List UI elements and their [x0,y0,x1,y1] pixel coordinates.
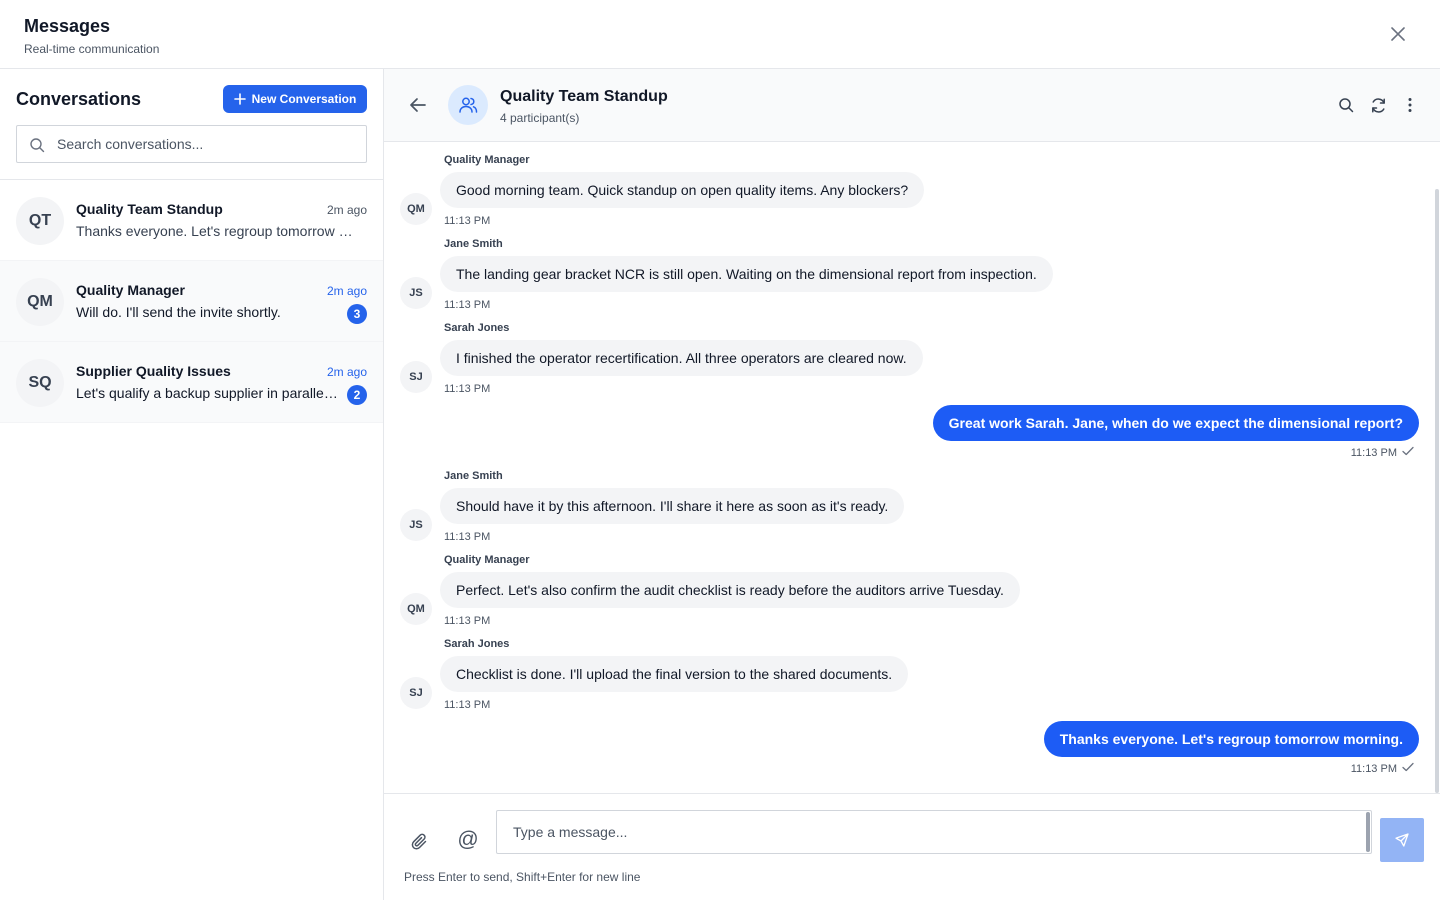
message-bubble: I finished the operator recertification.… [440,340,923,376]
message-composer: @ Press Enter to send, Shift+Enter for n… [384,793,1440,900]
page-subtitle: Real-time communication [24,42,160,56]
conversation-time: 2m ago [326,284,367,298]
message-input-wrapper [496,810,1372,854]
message-time: 11:13 PM [444,299,491,311]
search-icon [1339,98,1354,113]
message-time: 11:13 PM [444,215,491,227]
conversation-item-quality-team-standup[interactable]: QT Quality Team Standup 2m ago Thanks ev… [0,180,383,261]
avatar: QM [16,278,64,326]
search-input[interactable] [57,126,357,162]
message-time: 11:13 PM [1350,763,1397,775]
message-bubble: Perfect. Let's also confirm the audit ch… [440,572,1020,608]
message-time: 11:13 PM [444,531,491,543]
send-button[interactable] [1380,818,1424,862]
unread-badge: 3 [347,304,367,324]
page-title: Messages [24,16,111,36]
conversation-preview: Thanks everyone. Let's regroup tomorrow … [76,223,360,239]
unread-badge: 2 [347,385,367,405]
paperclip-icon [411,833,427,850]
message-time: 11:13 PM [444,383,491,395]
conversation-name: Supplier Quality Issues [76,363,231,379]
search-messages-button[interactable] [1336,95,1356,115]
conversation-item-supplier-quality-issues[interactable]: SQ Supplier Quality Issues 2m ago Let's … [0,342,383,423]
conversation-item-quality-manager[interactable]: QM Quality Manager 2m ago Will do. I'll … [0,261,383,342]
message-time: 11:13 PM [444,615,491,627]
search-icon [30,138,45,153]
message-input[interactable] [513,811,1353,853]
conversation-time: 2m ago [326,203,367,217]
conversations-heading: Conversations [16,89,142,109]
conversation-preview: Will do. I'll send the invite shortly. [76,304,281,320]
message-sender: Quality Manager [444,554,530,566]
new-conversation-label: New Conversation [251,92,357,106]
conversation-name: Quality Team Standup [76,201,223,217]
close-icon [1391,27,1405,41]
avatar: SJ [400,677,432,709]
participant-count: 4 participant(s) [500,111,580,125]
message-sender: Sarah Jones [444,638,510,650]
refresh-icon [1371,97,1385,113]
users-icon [459,97,478,113]
avatar: SQ [16,359,64,407]
conversation-sidebar: Conversations New Conversation QT Qualit… [0,69,384,900]
message-bubble: Thanks everyone. Let's regroup tomorrow … [1043,721,1419,757]
avatar: QM [400,193,432,225]
conversation-preview: Let's qualify a backup supplier in paral… [76,385,338,401]
arrow-left-icon [410,98,426,112]
group-avatar [448,85,488,125]
check-icon [1402,446,1414,456]
message-bubble: Checklist is done. I'll upload the final… [440,656,909,692]
app-header: Messages Real-time communication [0,0,1440,69]
more-options-button[interactable] [1400,95,1420,115]
send-icon [1395,833,1409,847]
conversation-time: 2m ago [326,365,367,379]
message-bubble: Should have it by this afternoon. I'll s… [440,488,905,524]
sidebar-header: Conversations New Conversation [0,69,383,180]
message-list: Quality Manager QM Good morning team. Qu… [384,142,1440,793]
check-icon [1402,762,1414,772]
message-sender: Quality Manager [444,154,530,166]
avatar: QT [16,197,64,245]
avatar: JS [400,509,432,541]
mention-button[interactable]: @ [456,828,480,852]
close-button[interactable] [1386,22,1410,46]
message-scrollbar[interactable] [1435,189,1439,793]
more-vertical-icon [1408,98,1412,112]
back-button[interactable] [406,93,430,117]
attach-button[interactable] [408,830,432,854]
message-sender: Jane Smith [444,470,503,482]
refresh-button[interactable] [1368,95,1388,115]
message-bubble: The landing gear bracket NCR is still op… [440,256,1053,292]
conversation-search [16,125,367,163]
avatar: SJ [400,361,432,393]
message-sender: Sarah Jones [444,322,510,334]
avatar: JS [400,277,432,309]
conversation-name: Quality Manager [76,282,185,298]
chat-panel: Quality Team Standup 4 participant(s) Qu… [384,69,1440,900]
chat-header: Quality Team Standup 4 participant(s) [384,69,1440,142]
composer-hint: Press Enter to send, Shift+Enter for new… [404,870,641,884]
chat-title: Quality Team Standup [500,88,668,105]
avatar: QM [400,593,432,625]
message-time: 11:13 PM [444,699,491,711]
message-bubble: Great work Sarah. Jane, when do we expec… [932,405,1419,441]
message-sender: Jane Smith [444,238,503,250]
conversation-list: QT Quality Team Standup 2m ago Thanks ev… [0,180,383,423]
message-bubble: Good morning team. Quick standup on open… [440,172,925,208]
plus-icon [233,93,246,105]
message-time: 11:13 PM [1350,447,1397,459]
new-conversation-button[interactable]: New Conversation [223,85,367,113]
input-scrollbar[interactable] [1366,812,1370,852]
